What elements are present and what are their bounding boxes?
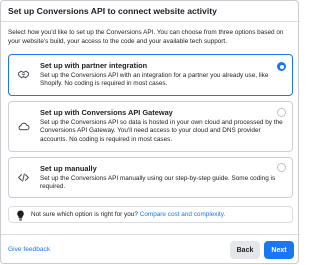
lightbulb-icon [17, 210, 24, 221]
option-radio[interactable] [277, 163, 286, 172]
option-partner-integration[interactable]: Set up with partner integration Set up t… [8, 54, 293, 96]
tip-text: Not sure which option is right for you? [31, 210, 138, 218]
tip-text-line: Not sure which option is right for you? … [31, 211, 225, 218]
compare-cost-link[interactable]: Compare cost and complexity. [140, 211, 225, 218]
option-conversions-api-gateway[interactable]: Set up with Conversions API Gateway Set … [8, 101, 293, 152]
option-radio-selected[interactable] [277, 62, 286, 71]
give-feedback-link[interactable]: Give feedback [8, 246, 50, 253]
help-tip: Not sure which option is right for you? … [8, 206, 293, 223]
option-title: Set up with Conversions API Gateway [40, 108, 173, 117]
dialog-title: Set up Conversions API to connect websit… [8, 6, 217, 16]
code-icon [18, 173, 29, 182]
option-title: Set up manually [40, 164, 97, 173]
option-description: Set up the Conversions API manually usin… [40, 175, 276, 191]
setup-dialog: Set up Conversions API to connect websit… [0, 0, 300, 264]
option-set-up-manually[interactable]: Set up manually Set up the Conversions A… [8, 157, 293, 198]
dialog-header: Set up Conversions API to connect websit… [1, 1, 300, 22]
cloud-icon [18, 122, 30, 131]
option-radio[interactable] [277, 108, 286, 117]
footer-divider [1, 234, 300, 235]
next-button[interactable]: Next [264, 241, 294, 259]
option-title: Set up with partner integration [40, 61, 148, 70]
handshake-icon [18, 70, 29, 79]
dialog-intro: Select how you'd like to set up the Conv… [8, 29, 284, 46]
back-button[interactable]: Back [230, 241, 260, 259]
option-description: Set up the Conversions API with an integ… [40, 72, 269, 88]
option-description: Set up the Conversions API so data is ho… [40, 119, 283, 143]
